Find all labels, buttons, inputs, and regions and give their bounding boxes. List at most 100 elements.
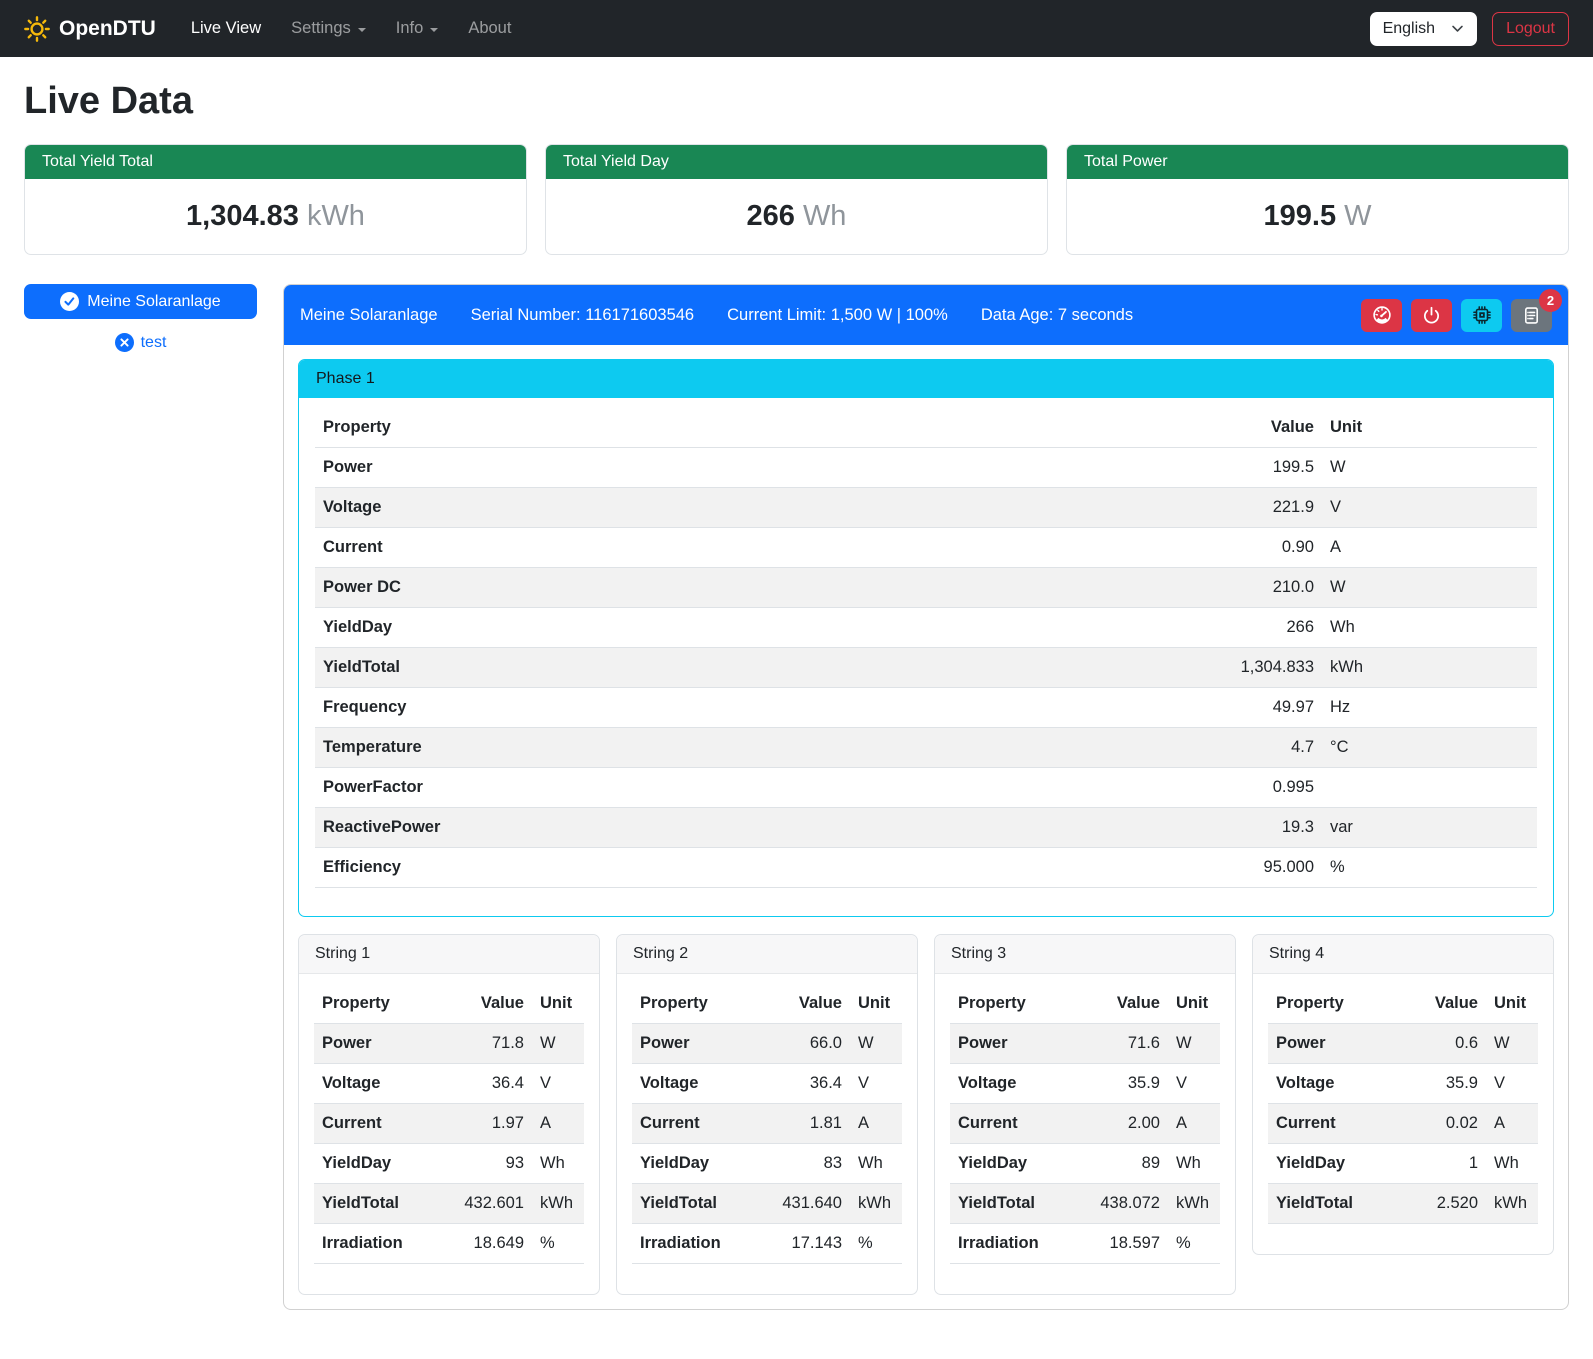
inverter-body: Phase 1 Property Value Unit (284, 345, 1568, 1309)
sidebar-item-label: Meine Solaranlage (87, 293, 220, 311)
unit-cell: % (850, 1224, 902, 1264)
unit-cell: kWh (1168, 1184, 1220, 1224)
property-cell: Irradiation (314, 1224, 452, 1264)
property-cell: Voltage (950, 1064, 1088, 1104)
sun-icon (24, 16, 50, 42)
unit-cell: Hz (1322, 688, 1537, 728)
col-value: Value (452, 984, 532, 1024)
brand[interactable]: OpenDTU (24, 16, 156, 42)
value-cell: 18.649 (452, 1224, 532, 1264)
nav-about[interactable]: About (453, 10, 526, 47)
col-unit: Unit (850, 984, 902, 1024)
table-row: Efficiency 95.000 % (315, 848, 1537, 888)
card-header: Total Yield Day (546, 145, 1047, 179)
property-cell: YieldDay (1268, 1144, 1406, 1184)
language-select[interactable]: English (1370, 12, 1477, 46)
value-cell: 0.6 (1406, 1024, 1486, 1064)
gauge-icon (1371, 304, 1393, 326)
brand-label: OpenDTU (59, 17, 156, 41)
value-cell: 4.7 (1230, 728, 1322, 768)
string-2-table: Property Value Unit (632, 984, 902, 1264)
col-unit: Unit (532, 984, 584, 1024)
unit-cell: W (1168, 1024, 1220, 1064)
col-unit: Unit (1486, 984, 1538, 1024)
table-row: YieldDay 1 Wh (1268, 1144, 1538, 1184)
string-card-title: String 4 (1253, 935, 1553, 974)
logout-button[interactable]: Logout (1492, 12, 1569, 46)
table-header-row: Property Value Unit (1268, 984, 1538, 1024)
table-row: YieldDay 83 Wh (632, 1144, 902, 1184)
value-cell: 2.00 (1088, 1104, 1168, 1144)
string-1-card: String 1 Property Value Unit (298, 934, 600, 1295)
property-cell: Current (632, 1104, 770, 1144)
table-row: Voltage 36.4 V (632, 1064, 902, 1104)
table-header-row: Property Value Unit (314, 984, 584, 1024)
power-icon (1421, 305, 1442, 326)
table-row: Current 1.81 A (632, 1104, 902, 1144)
journal-icon (1521, 305, 1542, 326)
device-info-button[interactable] (1461, 299, 1502, 332)
card-header: Total Yield Total (25, 145, 526, 179)
unit-cell: kWh (850, 1184, 902, 1224)
property-cell: Irradiation (950, 1224, 1088, 1264)
sidebar-item-test-inverter[interactable]: test (24, 333, 257, 352)
phase-table: Property Value Unit Power (315, 408, 1537, 888)
power-button[interactable] (1411, 299, 1452, 332)
string-2-card: String 2 Property Value Unit (616, 934, 918, 1295)
card-total-yield-day: Total Yield Day 266Wh (545, 144, 1048, 255)
sidebar-item-selected-inverter[interactable]: Meine Solaranlage (24, 284, 257, 319)
unit-cell: W (1322, 568, 1537, 608)
unit-cell: V (850, 1064, 902, 1104)
string-card-title: String 2 (617, 935, 917, 974)
property-cell: YieldDay (315, 608, 1230, 648)
value-cell: 0.995 (1230, 768, 1322, 808)
inverter-data-age: Data Age: 7 seconds (981, 306, 1133, 325)
table-row: Power DC 210.0 W (315, 568, 1537, 608)
unit-cell: Wh (1322, 608, 1537, 648)
string-3-card: String 3 Property Value Unit (934, 934, 1236, 1295)
value-cell: 36.4 (452, 1064, 532, 1104)
col-value: Value (770, 984, 850, 1024)
language-value: English (1383, 20, 1435, 38)
nav-info[interactable]: Info (381, 10, 454, 47)
event-count-badge: 2 (1539, 289, 1562, 312)
event-log-button[interactable]: 2 (1511, 299, 1552, 332)
page-title: Live Data (24, 80, 1569, 123)
property-cell: YieldDay (950, 1144, 1088, 1184)
value-cell: 66.0 (770, 1024, 850, 1064)
nav-links: Live View Settings Info About (176, 10, 527, 47)
property-cell: ReactivePower (315, 808, 1230, 848)
col-property: Property (632, 984, 770, 1024)
table-row: YieldTotal 2.520 kWh (1268, 1184, 1538, 1224)
col-unit: Unit (1168, 984, 1220, 1024)
property-cell: Efficiency (315, 848, 1230, 888)
limit-settings-button[interactable] (1361, 299, 1402, 332)
value-cell: 93 (452, 1144, 532, 1184)
unit-cell: W (532, 1024, 584, 1064)
unit-cell: W (850, 1024, 902, 1064)
inverter-sidebar: Meine Solaranlage test (24, 284, 257, 352)
value-cell: 0.02 (1406, 1104, 1486, 1144)
table-row: YieldTotal 1,304.833 kWh (315, 648, 1537, 688)
value-cell: 1.97 (452, 1104, 532, 1144)
unit-cell: V (1322, 488, 1537, 528)
table-header-row: Property Value Unit (632, 984, 902, 1024)
unit-cell: Wh (532, 1144, 584, 1184)
sidebar-item-label: test (141, 334, 167, 352)
unit-cell: Wh (1168, 1144, 1220, 1184)
table-row: YieldDay 89 Wh (950, 1144, 1220, 1184)
table-row: PowerFactor 0.995 (315, 768, 1537, 808)
col-property: Property (1268, 984, 1406, 1024)
property-cell: Current (314, 1104, 452, 1144)
table-row: Voltage 221.9 V (315, 488, 1537, 528)
col-unit: Unit (1322, 408, 1537, 448)
nav-live-view[interactable]: Live View (176, 10, 276, 47)
table-row: Power 199.5 W (315, 448, 1537, 488)
inverter-limit: Current Limit: 1,500 W | 100% (727, 306, 948, 325)
unit-cell: °C (1322, 728, 1537, 768)
unit-cell (1322, 768, 1537, 808)
nav-settings[interactable]: Settings (276, 10, 381, 47)
property-cell: Temperature (315, 728, 1230, 768)
total-yield-total-value: 1,304.83 (186, 200, 299, 232)
value-cell: 0.90 (1230, 528, 1322, 568)
